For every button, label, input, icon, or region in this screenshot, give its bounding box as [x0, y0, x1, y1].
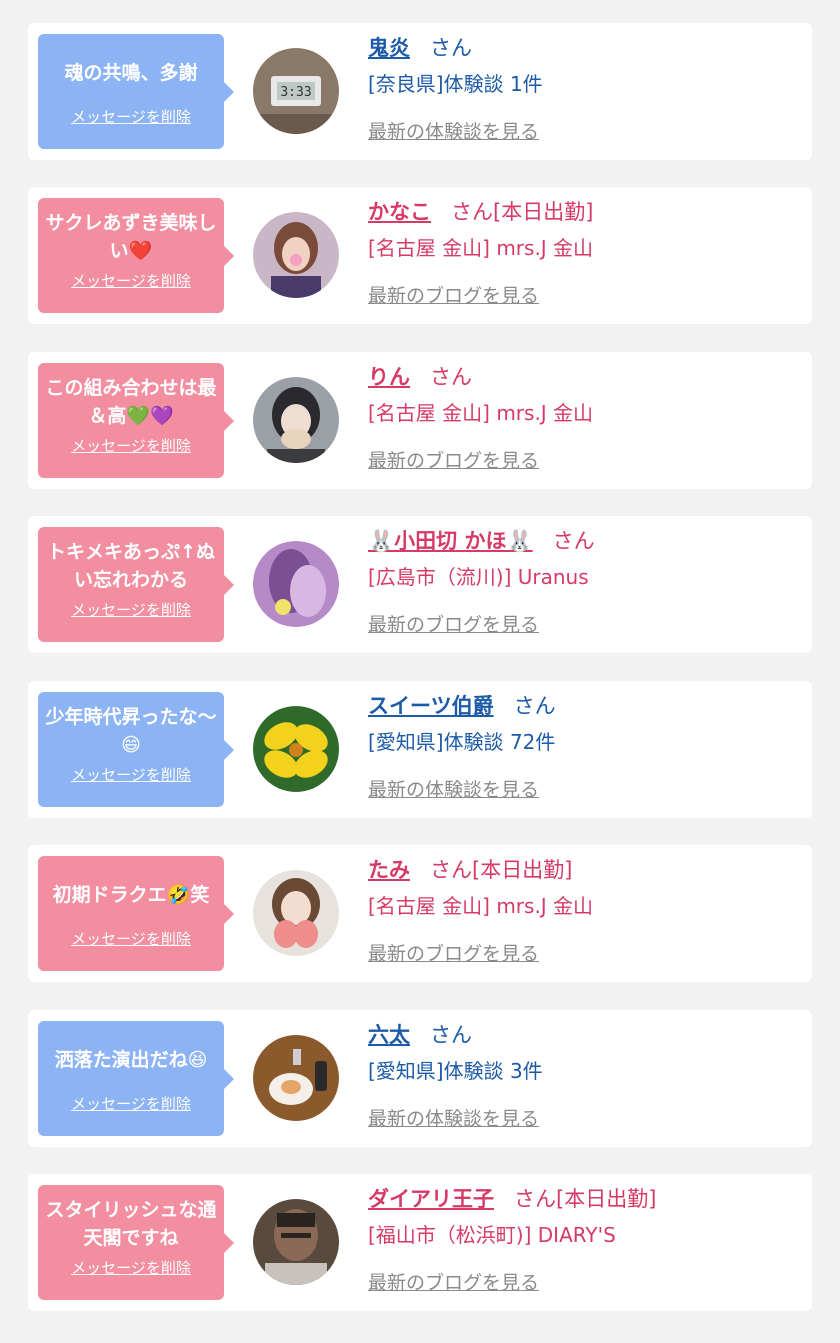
user-avatar[interactable]: [253, 706, 339, 792]
user-info: [福山市（松浜町)] DIARY'S: [368, 1223, 616, 1247]
message-card: トキメキあっぷ↑ぬい忘れわかる メッセージを削除 🐰小田切 かほ🐰 さん [広島市…: [28, 516, 812, 653]
user-suffix: さん: [430, 1023, 472, 1047]
delete-message-link[interactable]: メッセージを削除: [38, 764, 224, 785]
latest-link[interactable]: 最新のブログを見る: [368, 610, 539, 640]
user-name-link[interactable]: ダイアリ王子: [368, 1187, 494, 1211]
delete-message-link[interactable]: メッセージを削除: [38, 599, 224, 620]
user-info: [名古屋 金山] mrs.J 金山: [368, 236, 594, 260]
message-bubble: スタイリッシュな通天閣ですね メッセージを削除: [38, 1185, 234, 1300]
message-card: 初期ドラクエ🤣笑 メッセージを削除 たみ さん[本日出勤] [名古屋 金山] mr…: [28, 845, 812, 982]
delete-message-link[interactable]: メッセージを削除: [38, 270, 224, 291]
user-info: [奈良県]体験談 1件: [368, 72, 543, 96]
latest-link[interactable]: 最新のブログを見る: [368, 446, 539, 476]
user-name-link[interactable]: たみ: [368, 858, 410, 882]
svg-text:3:33: 3:33: [280, 85, 311, 100]
user-name-link[interactable]: りん: [368, 365, 410, 389]
message-text: 少年時代昇ったな〜😄: [45, 706, 217, 756]
user-avatar[interactable]: [253, 377, 339, 463]
user-name-link[interactable]: 鬼炎: [368, 36, 410, 60]
user-suffix: さん[本日出勤]: [514, 1187, 657, 1211]
message-text: サクレあずき美味しい❤️: [45, 212, 217, 262]
delete-message-link[interactable]: メッセージを削除: [38, 1093, 224, 1114]
user-avatar[interactable]: [253, 1035, 339, 1121]
message-text: 初期ドラクエ🤣笑: [52, 884, 210, 906]
message-bubble: サクレあずき美味しい❤️ メッセージを削除: [38, 198, 234, 313]
message-text: トキメキあっぷ↑ぬい忘れわかる: [47, 541, 215, 591]
user-suffix: さん[本日出勤]: [430, 858, 573, 882]
message-card: スタイリッシュな通天閣ですね メッセージを削除 ダイアリ王子 さん[本日出勤] […: [28, 1174, 812, 1311]
delete-message-link[interactable]: メッセージを削除: [38, 928, 224, 949]
message-text: スタイリッシュな通天閣ですね: [45, 1199, 217, 1249]
user-avatar[interactable]: [253, 870, 339, 956]
user-info: [広島市（流川)] Uranus: [368, 565, 589, 589]
message-card: サクレあずき美味しい❤️ メッセージを削除 かなこ さん[本日出勤] [名古屋 金…: [28, 187, 812, 324]
user-avatar[interactable]: 3:33: [253, 48, 339, 134]
message-bubble: 洒落た演出だね😆 メッセージを削除: [38, 1021, 234, 1136]
user-info: [愛知県]体験談 3件: [368, 1059, 543, 1083]
message-text: この組み合わせは最＆高💚💜: [45, 377, 217, 427]
delete-message-link[interactable]: メッセージを削除: [38, 435, 224, 456]
delete-message-link[interactable]: メッセージを削除: [38, 106, 224, 127]
user-avatar[interactable]: [253, 541, 339, 627]
message-bubble: 初期ドラクエ🤣笑 メッセージを削除: [38, 856, 234, 971]
message-card: この組み合わせは最＆高💚💜 メッセージを削除 りん さん [名古屋 金山] mrs…: [28, 352, 812, 489]
user-info: [愛知県]体験談 72件: [368, 730, 556, 754]
latest-link[interactable]: 最新のブログを見る: [368, 1268, 539, 1298]
user-name-link[interactable]: 六太: [368, 1023, 410, 1047]
latest-link[interactable]: 最新の体験談を見る: [368, 775, 539, 805]
message-bubble: トキメキあっぷ↑ぬい忘れわかる メッセージを削除: [38, 527, 234, 642]
latest-link[interactable]: 最新の体験談を見る: [368, 117, 539, 147]
user-suffix: さん[本日出勤]: [451, 200, 594, 224]
user-info: [名古屋 金山] mrs.J 金山: [368, 401, 594, 425]
user-suffix: さん: [552, 529, 595, 553]
delete-message-link[interactable]: メッセージを削除: [38, 1257, 224, 1278]
message-card: 少年時代昇ったな〜😄 メッセージを削除 スイーツ伯爵 さん [愛知県]体験談 72…: [28, 681, 812, 818]
user-suffix: さん: [430, 365, 472, 389]
message-text: 洒落た演出だね😆: [54, 1049, 208, 1071]
user-suffix: さん: [430, 36, 472, 60]
user-avatar[interactable]: [253, 1199, 339, 1285]
user-avatar[interactable]: [253, 212, 339, 298]
message-card: 魂の共鳴、多謝 メッセージを削除 3:33 鬼炎 さん [奈良県]体験談 1件 最…: [28, 23, 812, 160]
user-info: [名古屋 金山] mrs.J 金山: [368, 894, 594, 918]
user-suffix: さん: [513, 694, 556, 718]
user-name-link[interactable]: スイーツ伯爵: [368, 694, 494, 718]
message-bubble: この組み合わせは最＆高💚💜 メッセージを削除: [38, 363, 234, 478]
message-text: 魂の共鳴、多謝: [64, 62, 198, 84]
message-bubble: 少年時代昇ったな〜😄 メッセージを削除: [38, 692, 234, 807]
user-name-link[interactable]: 🐰小田切 かほ🐰: [368, 529, 533, 553]
latest-link[interactable]: 最新のブログを見る: [368, 939, 539, 969]
message-bubble: 魂の共鳴、多謝 メッセージを削除: [38, 34, 234, 149]
latest-link[interactable]: 最新のブログを見る: [368, 281, 539, 311]
user-name-link[interactable]: かなこ: [368, 200, 431, 224]
latest-link[interactable]: 最新の体験談を見る: [368, 1104, 539, 1134]
message-card: 洒落た演出だね😆 メッセージを削除 六太 さん [愛知県]体験談 3件 最新の体験…: [28, 1010, 812, 1147]
